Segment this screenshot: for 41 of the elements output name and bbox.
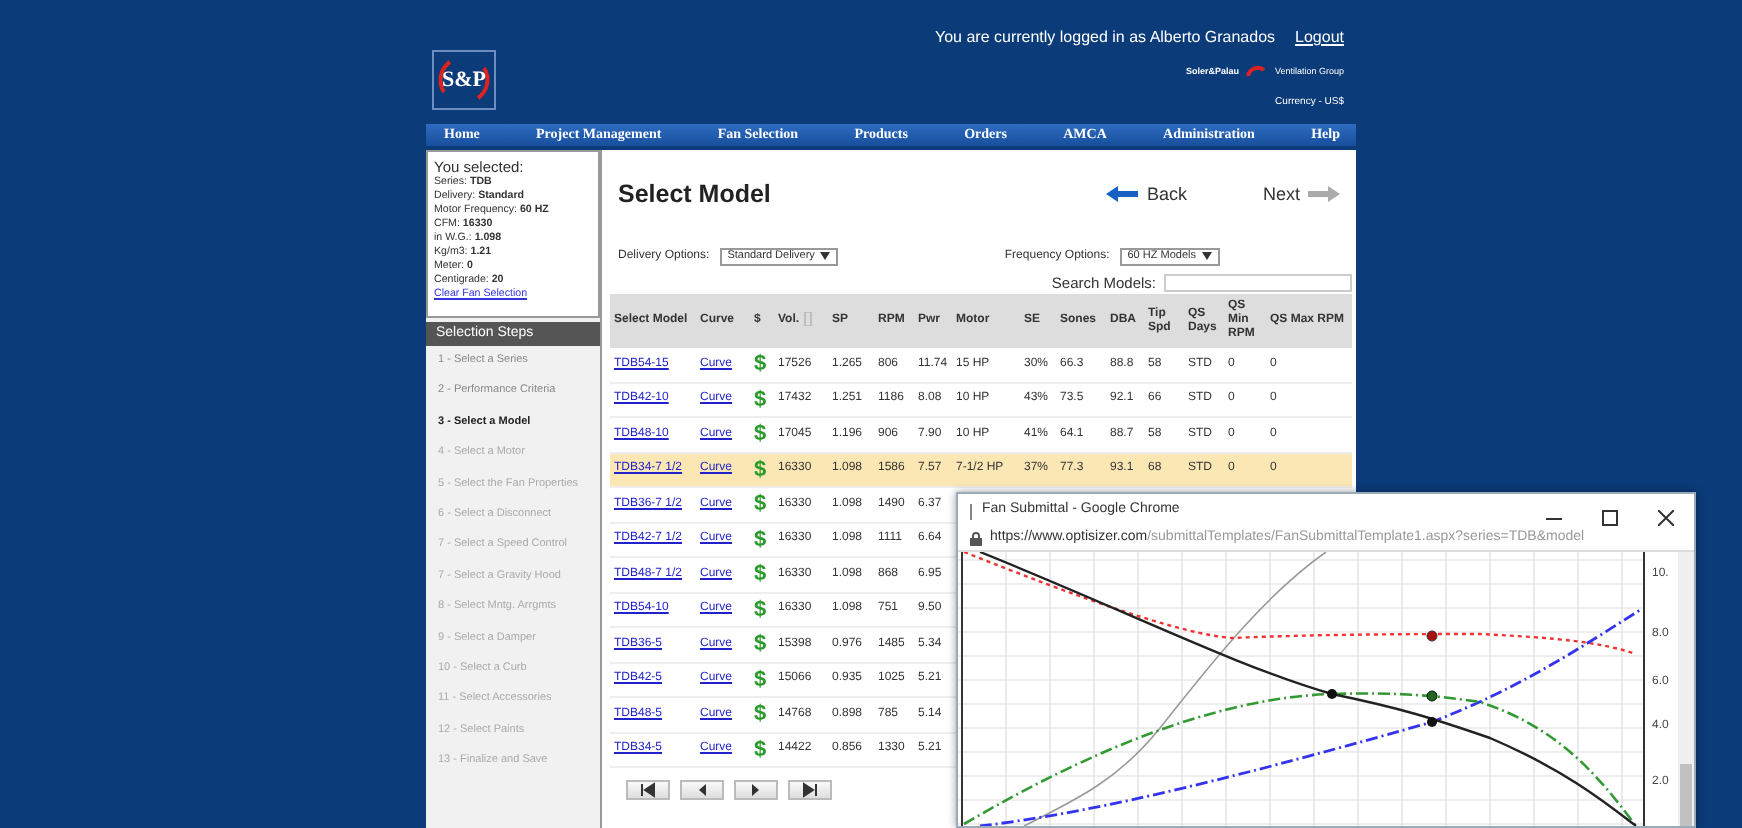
maximize-icon: [1602, 510, 1618, 527]
scroll-thumb[interactable]: [1680, 764, 1692, 826]
price-sign: $: [754, 422, 767, 446]
price-sign: $: [754, 702, 767, 726]
data-point: [1426, 690, 1438, 702]
data-point: [1327, 689, 1337, 699]
skip-icon: [802, 782, 818, 798]
search-field[interactable]: [1164, 273, 1352, 292]
data-point: [1427, 717, 1437, 727]
price-sign: $: [754, 597, 767, 621]
caret-icon: [1202, 252, 1212, 261]
triangle-icon: [748, 782, 764, 798]
price-sign: $: [754, 457, 767, 481]
price-sign: $: [754, 387, 767, 411]
next-page-button[interactable]: [734, 780, 778, 800]
price-sign: $: [754, 632, 767, 656]
next-button[interactable]: Next: [1262, 181, 1340, 209]
arrow-left-icon: [1106, 186, 1139, 203]
price-sign: $: [754, 492, 767, 516]
last-page-button[interactable]: [788, 780, 832, 800]
price-sign: $: [754, 667, 767, 691]
data-point: [1426, 630, 1438, 642]
lock-icon: [970, 532, 982, 546]
triangle-icon: [694, 782, 710, 798]
skip-icon: [640, 782, 656, 798]
caret-icon: [820, 252, 831, 261]
page-title: Select Model: [618, 178, 771, 212]
sort-icon: [803, 312, 812, 327]
login-status: You are currently logged in as Alberto Granados: [934, 26, 1276, 48]
back-button[interactable]: Back: [1106, 181, 1187, 209]
logout-link[interactable]: Logout: [1295, 26, 1344, 48]
prev-page-button[interactable]: [680, 780, 724, 800]
close-icon: [1658, 510, 1674, 527]
price-sign: $: [754, 352, 767, 376]
price-sign: $: [754, 562, 767, 586]
logo: S&P: [432, 50, 496, 110]
price-sign: $: [754, 527, 767, 551]
arrow-right-icon: [1308, 186, 1340, 203]
first-page-button[interactable]: [626, 780, 670, 800]
price-sign: $: [754, 737, 767, 761]
window-icon: [968, 503, 974, 519]
